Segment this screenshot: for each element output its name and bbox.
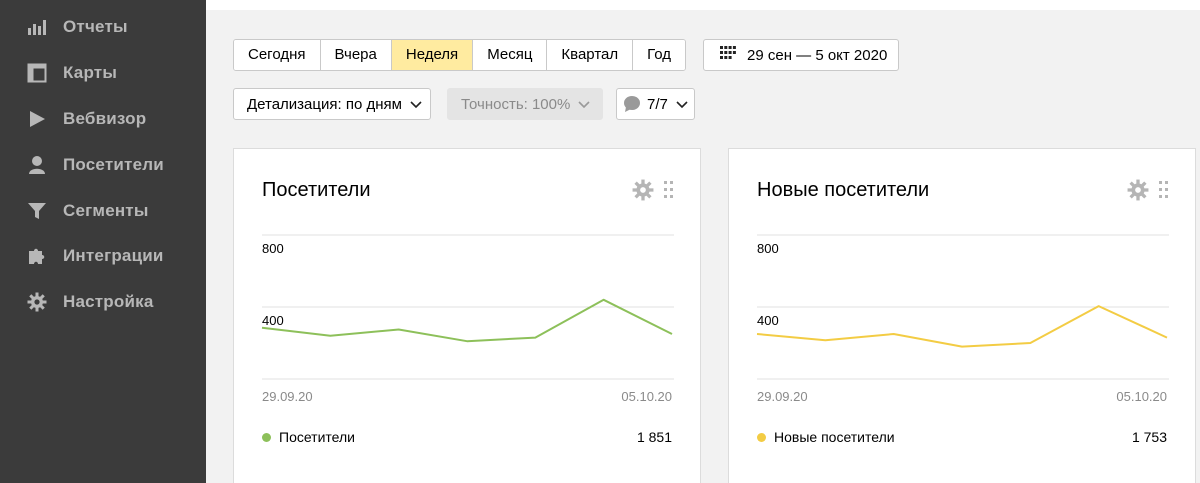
sidebar-item-segments[interactable]: Сегменты [0,191,206,231]
y-tick-label: 800 [262,241,284,256]
series-line [756,305,1168,348]
chart-legend: Новые посетители [757,429,895,445]
puzzle-icon [26,245,48,267]
segments-label: 7/7 [647,95,668,113]
new-visitors-chart: 800 400 29.09.20 05.10.20 [756,234,1169,404]
period-yesterday-button[interactable]: Вчера [320,40,392,70]
sidebar-item-label: Отчеты [63,17,128,36]
legend-label: Посетители [279,429,355,445]
segments-dropdown[interactable]: 7/7 [616,88,695,120]
sidebar-item-label: Сегменты [63,201,149,220]
series-line [261,298,673,343]
y-tick-label: 800 [757,241,779,256]
legend-label: Новые посетители [774,429,895,445]
top-bar [206,0,1200,10]
x-tick-label: 05.10.20 [621,389,672,404]
new-visitors-widget: Новые посетители 800 400 29.09.20 05.10.20 … [728,148,1196,483]
sidebar-item-label: Вебвизор [63,109,147,128]
sidebar: Отчеты Карты Вебвизор Посетители Сегмент… [0,0,206,483]
sidebar-item-label: Посетители [63,155,164,174]
period-selector: Сегодня Вчера Неделя Месяц Квартал Год [233,39,687,71]
legend-dot [262,432,271,442]
x-tick-label: 29.09.20 [262,389,313,404]
sidebar-item-visitors[interactable]: Посетители [0,145,206,185]
sidebar-item-label: Настройка [63,292,154,311]
accuracy-dropdown[interactable]: Точность: 100% [447,88,603,120]
sidebar-item-label: Интеграции [63,246,164,265]
date-range-label: 29 сен — 5 окт 2020 [747,46,888,64]
sidebar-item-integrations[interactable]: Интеграции [0,236,206,276]
user-icon [26,154,48,176]
filter-icon [26,200,48,222]
period-month-button[interactable]: Месяц [473,40,548,70]
main-content: Сегодня Вчера Неделя Месяц Квартал Год 2… [206,0,1200,483]
detail-dropdown[interactable]: Детализация: по дням [233,88,431,120]
chevron-down-icon [578,96,590,113]
sidebar-item-settings[interactable]: Настройка [0,282,206,322]
period-year-button[interactable]: Год [633,40,686,70]
visitors-chart: 800 400 29.09.20 05.10.20 [261,234,674,404]
x-tick-label: 05.10.20 [1116,389,1167,404]
sidebar-item-reports[interactable]: Отчеты [0,7,206,47]
gear-icon [26,291,48,313]
y-tick-label: 400 [757,313,779,328]
bar-chart-icon [26,16,48,38]
legend-total: 1 753 [1131,429,1167,445]
sidebar-item-label: Карты [63,63,118,82]
period-today-button[interactable]: Сегодня [234,40,321,70]
period-quarter-button[interactable]: Квартал [547,40,634,70]
chevron-down-icon [676,96,688,113]
comment-icon [623,95,641,113]
sidebar-item-maps[interactable]: Карты [0,53,206,93]
x-tick-label: 29.09.20 [757,389,808,404]
chart-legend: Посетители [262,429,355,445]
visitors-widget: Посетители 800 400 29.09.20 05.10.20 Посети… [233,148,701,483]
date-range-button[interactable]: 29 сен — 5 окт 2020 [703,39,899,71]
map-layout-icon [26,62,48,84]
legend-total: 1 851 [636,429,672,445]
accuracy-label: Точность: 100% [461,95,571,113]
legend-dot [757,432,766,442]
calendar-icon [720,45,736,65]
period-week-button[interactable]: Неделя [391,40,474,70]
detail-label: Детализация: по дням [247,95,402,113]
y-tick-label: 400 [262,313,284,328]
chevron-down-icon [410,96,422,113]
play-icon [26,108,48,130]
sidebar-item-webvisor[interactable]: Вебвизор [0,99,206,139]
